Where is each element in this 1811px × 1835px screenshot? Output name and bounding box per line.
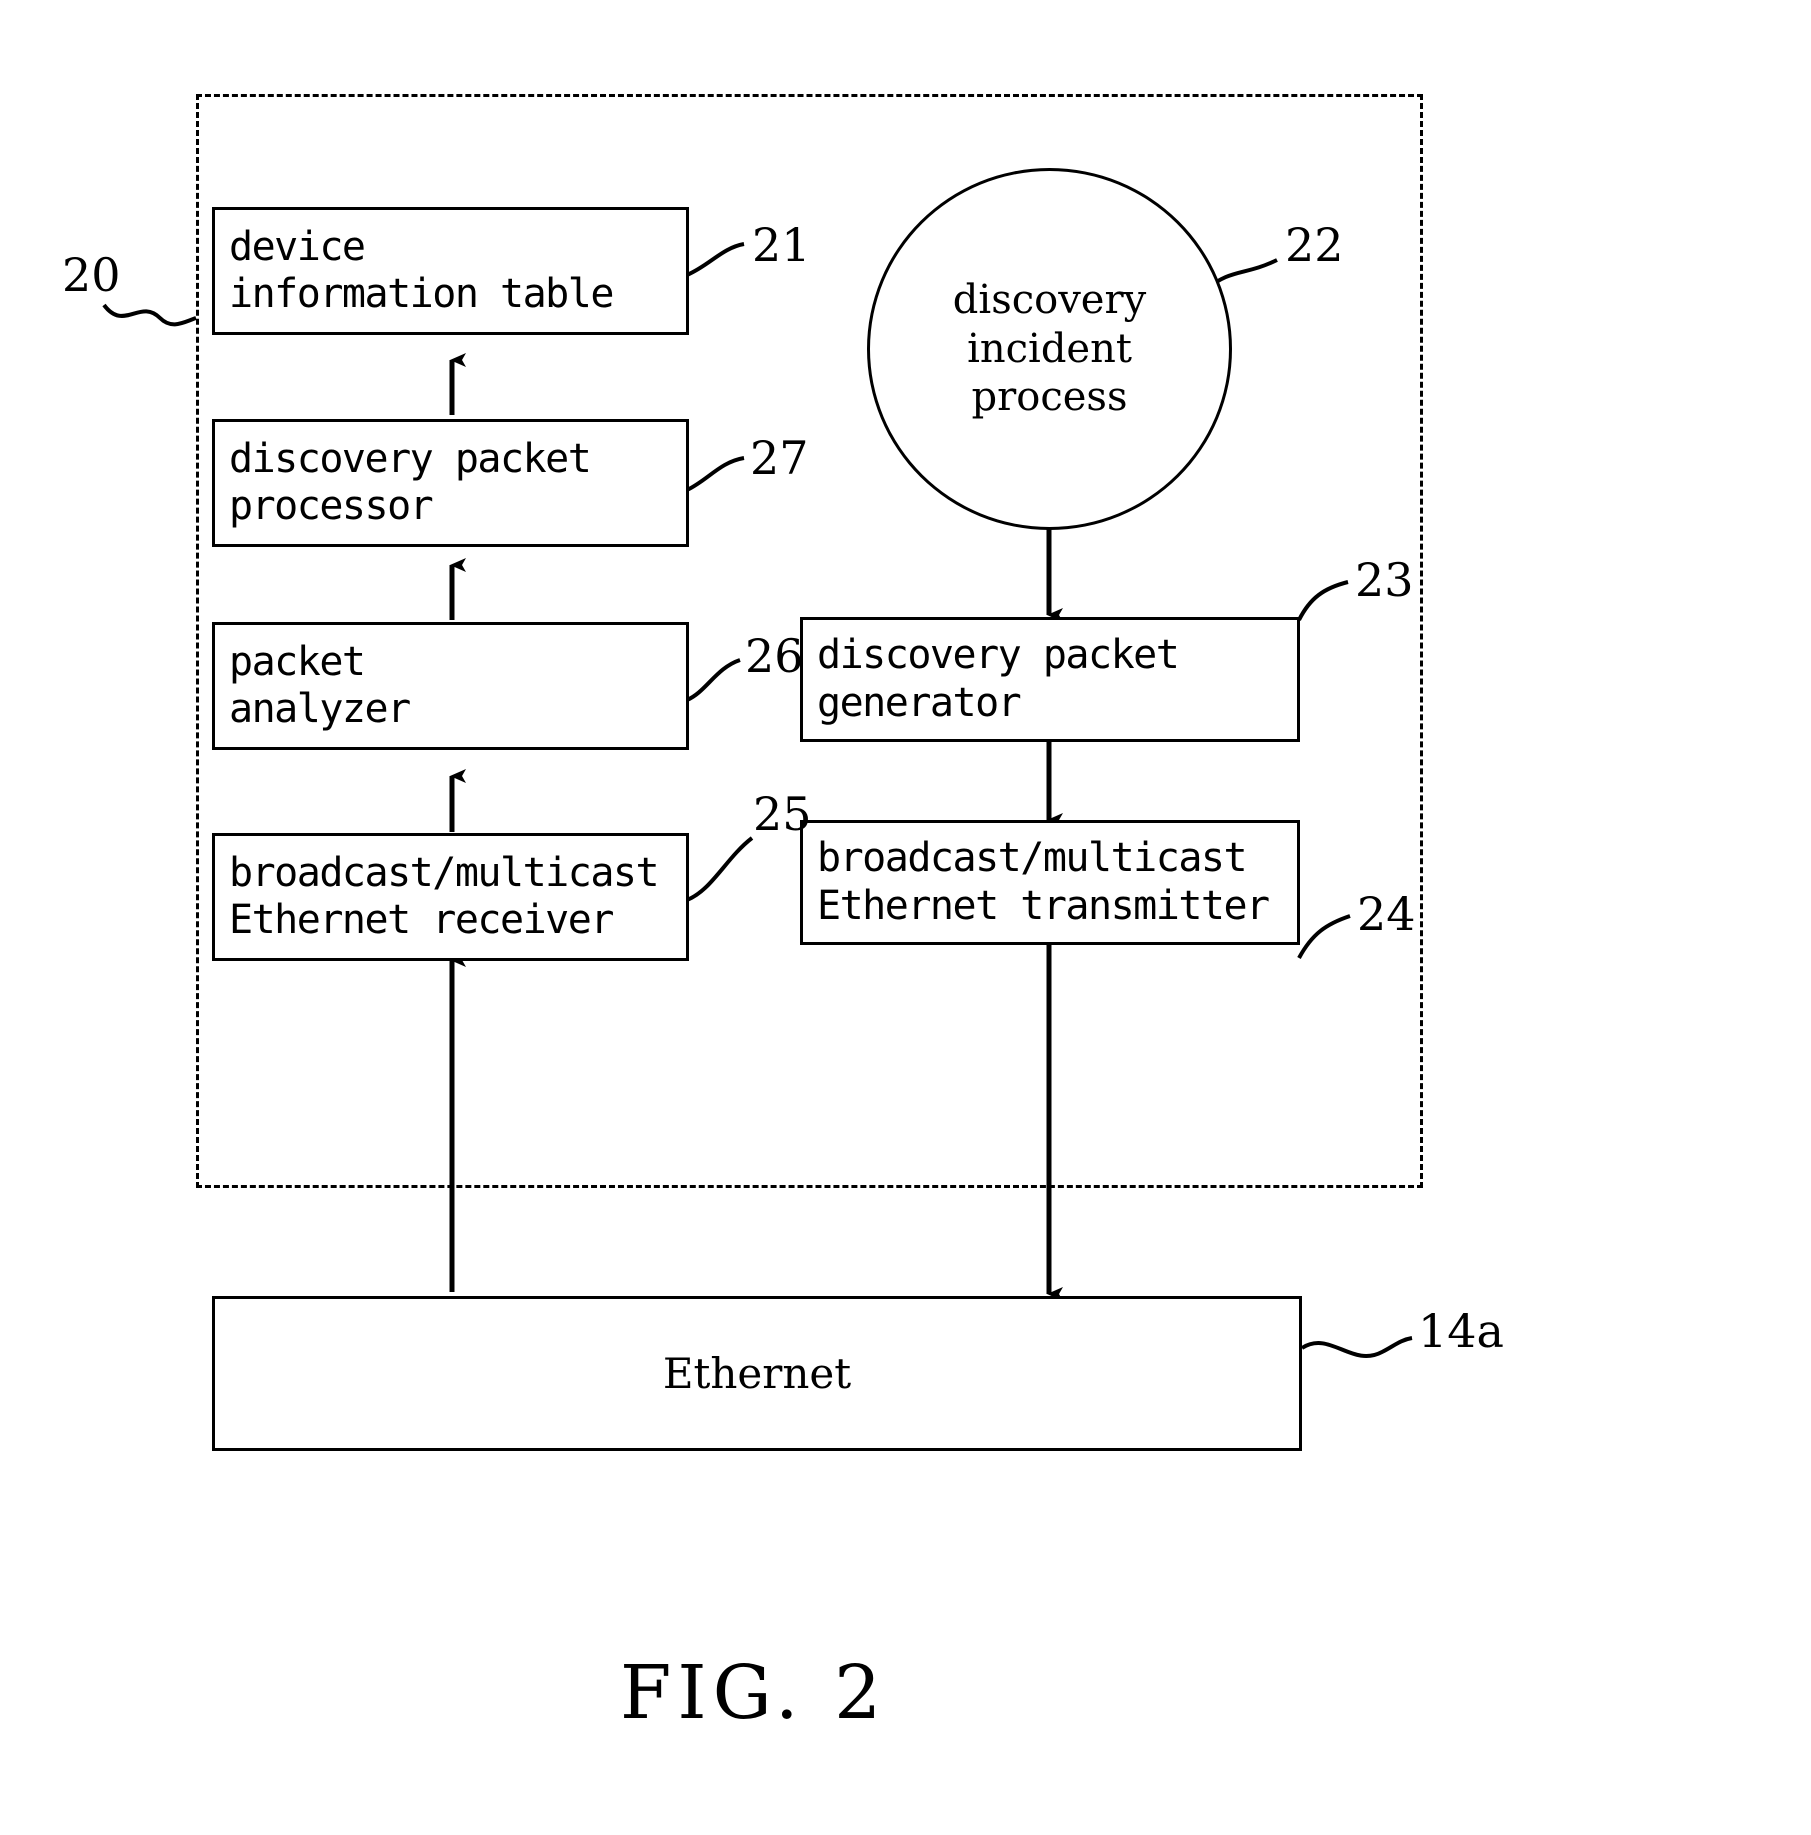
discovery-packet-processor-line2: processor	[229, 483, 434, 529]
device-information-table-box[interactable]: device information table	[212, 207, 689, 335]
discovery-packet-generator-line2: generator	[817, 679, 1022, 726]
packet-analyzer-line1: packet	[229, 638, 366, 685]
device-information-table-line1: device	[229, 223, 366, 270]
ethernet-bus-box[interactable]: Ethernet	[212, 1296, 1302, 1451]
discovery-packet-generator-line1: discovery packet	[817, 632, 1180, 679]
leader-line-20	[102, 303, 197, 327]
ethernet-label: Ethernet	[662, 1348, 852, 1398]
broadcast-multicast-ethernet-receiver-box[interactable]: broadcast/multicast Ethernet receiver	[212, 833, 689, 961]
leader-line-14a	[1300, 1336, 1413, 1359]
discovery-packet-generator-box[interactable]: discovery packet generator	[800, 617, 1300, 742]
ref-numeral-14a: 14a	[1418, 1304, 1504, 1358]
broadcast-multicast-ethernet-transmitter-box[interactable]: broadcast/multicast Ethernet transmitter	[800, 820, 1300, 945]
device-information-table-line2: information table	[229, 271, 614, 317]
packet-analyzer-line2: analyzer	[229, 686, 411, 732]
ref-numeral-27: 27	[750, 431, 809, 485]
ethernet-receiver-line2: Ethernet receiver	[229, 897, 614, 943]
discovery-packet-processor-box[interactable]: discovery packet processor	[212, 419, 689, 547]
discovery-incident-process-line1: discovery	[952, 276, 1147, 323]
figure-canvas: device information table discovery packe…	[0, 0, 1811, 1835]
discovery-incident-process-line2: incident	[967, 325, 1132, 372]
ethernet-receiver-line1: broadcast/multicast	[229, 849, 660, 896]
discovery-incident-process-line3: process	[971, 374, 1128, 421]
discovery-packet-processor-line1: discovery packet	[229, 435, 592, 482]
ref-numeral-26: 26	[745, 629, 804, 683]
ref-numeral-20: 20	[62, 248, 121, 302]
ref-numeral-22: 22	[1285, 218, 1344, 272]
packet-analyzer-box[interactable]: packet analyzer	[212, 622, 689, 750]
ref-numeral-25: 25	[753, 787, 812, 841]
ethernet-transmitter-line2: Ethernet transmitter	[817, 882, 1270, 929]
ref-numeral-24: 24	[1357, 887, 1416, 941]
ethernet-transmitter-line1: broadcast/multicast	[817, 835, 1248, 882]
ref-numeral-23: 23	[1355, 553, 1414, 607]
ref-numeral-21: 21	[752, 218, 811, 272]
figure-caption: FIG. 2	[620, 1650, 888, 1736]
discovery-incident-process-circle[interactable]: discovery incident process	[867, 168, 1232, 530]
